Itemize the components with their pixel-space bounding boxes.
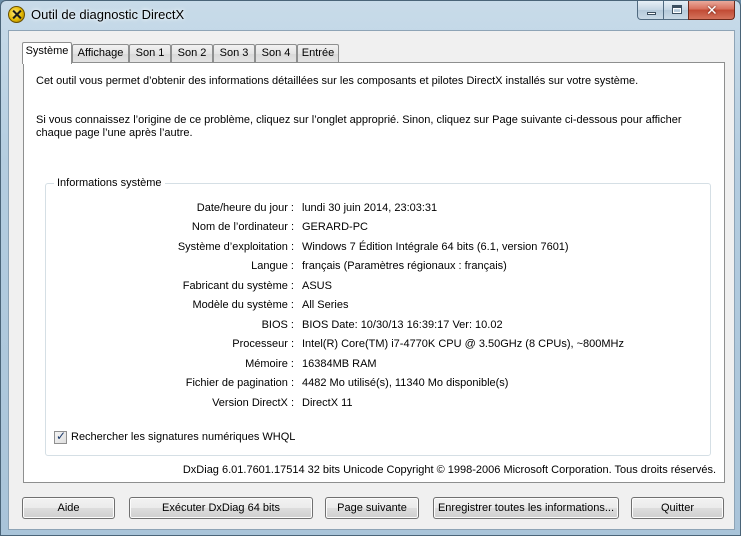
info-row-bios: BIOS : BIOS Date: 10/30/13 16:39:17 Ver:… xyxy=(24,319,714,333)
info-row-memory: Mémoire : 16384MB RAM xyxy=(24,358,714,372)
info-value: français (Paramètres régionaux : françai… xyxy=(302,260,507,272)
info-label: Fichier de pagination : xyxy=(185,377,294,389)
info-label: Langue : xyxy=(251,260,294,272)
intro-text-1: Cet outil vous permet d’obtenir des info… xyxy=(36,75,639,87)
info-row-os: Système d’exploitation : Windows 7 Éditi… xyxy=(24,241,714,255)
info-value: lundi 30 juin 2014, 23:03:31 xyxy=(302,202,438,214)
info-label: Modèle du système : xyxy=(192,299,295,311)
dxdiag-version-info: DxDiag 6.01.7601.17514 32 bits Unicode C… xyxy=(182,464,716,476)
info-row-language: Langue : français (Paramètres régionaux … xyxy=(24,260,714,274)
window-title: Outil de diagnostic DirectX xyxy=(31,7,185,22)
tab-systeme[interactable]: Système xyxy=(22,42,72,64)
title-bar[interactable]: Outil de diagnostic DirectX ✕ xyxy=(1,1,740,29)
close-icon: ✕ xyxy=(706,2,718,18)
info-row-pagefile: Fichier de pagination : 4482 Mo utilisé(… xyxy=(24,377,714,391)
next-page-button[interactable]: Page suivante xyxy=(325,497,419,519)
info-label: Fabricant du système : xyxy=(182,280,294,292)
quit-button[interactable]: Quitter xyxy=(631,497,724,519)
info-label: Nom de l’ordinateur : xyxy=(191,221,294,233)
info-label: Date/heure du jour : xyxy=(196,202,294,214)
directx-app-icon xyxy=(8,6,25,23)
info-label: Mémoire : xyxy=(245,358,294,370)
info-value: 4482 Mo utilisé(s), 11340 Mo disponible(… xyxy=(302,377,509,389)
maximize-button[interactable] xyxy=(663,1,689,20)
whql-checkbox[interactable]: ✓ xyxy=(54,429,67,444)
tab-affichage[interactable]: Affichage xyxy=(72,44,129,63)
info-row-processor: Processeur : Intel(R) Core(TM) i7-4770K … xyxy=(24,338,714,352)
whql-checkbox-label[interactable]: Rechercher les signatures numériques WHQ… xyxy=(71,431,295,443)
help-button[interactable]: Aide xyxy=(22,497,115,519)
tab-entree[interactable]: Entrée xyxy=(297,44,339,63)
check-icon: ✓ xyxy=(56,429,67,443)
info-value: All Series xyxy=(302,299,349,311)
tab-son-1[interactable]: Son 1 xyxy=(129,44,171,63)
info-row-directx-version: Version DirectX : DirectX 11 xyxy=(24,397,714,411)
intro-text-2: Si vous connaissez l’origine de ce probl… xyxy=(36,114,682,139)
system-info-group-title: Informations système xyxy=(54,177,165,189)
info-label: Processeur : xyxy=(232,338,294,350)
dxdiag-window: Outil de diagnostic DirectX ✕ Système Af… xyxy=(0,0,741,536)
save-all-info-button[interactable]: Enregistrer toutes les informations... xyxy=(433,497,619,519)
info-row-computer-name: Nom de l’ordinateur : GERARD-PC xyxy=(24,221,714,235)
close-button[interactable]: ✕ xyxy=(688,1,735,20)
info-label: Système d’exploitation : xyxy=(177,241,294,253)
info-value: Intel(R) Core(TM) i7-4770K CPU @ 3.50GHz… xyxy=(302,338,625,350)
info-value: DirectX 11 xyxy=(302,397,353,409)
info-value: BIOS Date: 10/30/13 16:39:17 Ver: 10.02 xyxy=(302,319,503,331)
info-row-manufacturer: Fabricant du système : ASUS xyxy=(24,280,714,294)
tab-son-2[interactable]: Son 2 xyxy=(171,44,213,63)
maximize-icon xyxy=(672,5,682,14)
tab-son-3[interactable]: Son 3 xyxy=(213,44,255,63)
client-area: Système Affichage Son 1 Son 2 Son 3 Son … xyxy=(8,30,735,530)
info-row-model: Modèle du système : All Series xyxy=(24,299,714,313)
info-value: ASUS xyxy=(302,280,332,292)
tab-son-4[interactable]: Son 4 xyxy=(255,44,297,63)
info-value: GERARD-PC xyxy=(302,221,369,233)
run-dxdiag-64-button[interactable]: Exécuter DxDiag 64 bits xyxy=(129,497,313,519)
minimize-icon xyxy=(647,12,656,15)
tab-panel-systeme: Cet outil vous permet d’obtenir des info… xyxy=(23,62,725,483)
info-row-date: Date/heure du jour : lundi 30 juin 2014,… xyxy=(24,202,714,216)
info-value: Windows 7 Édition Intégrale 64 bits (6.1… xyxy=(302,241,569,253)
info-value: 16384MB RAM xyxy=(302,358,377,370)
minimize-button[interactable] xyxy=(637,1,664,20)
info-label: Version DirectX : xyxy=(212,397,294,409)
info-label: BIOS : xyxy=(261,319,294,331)
